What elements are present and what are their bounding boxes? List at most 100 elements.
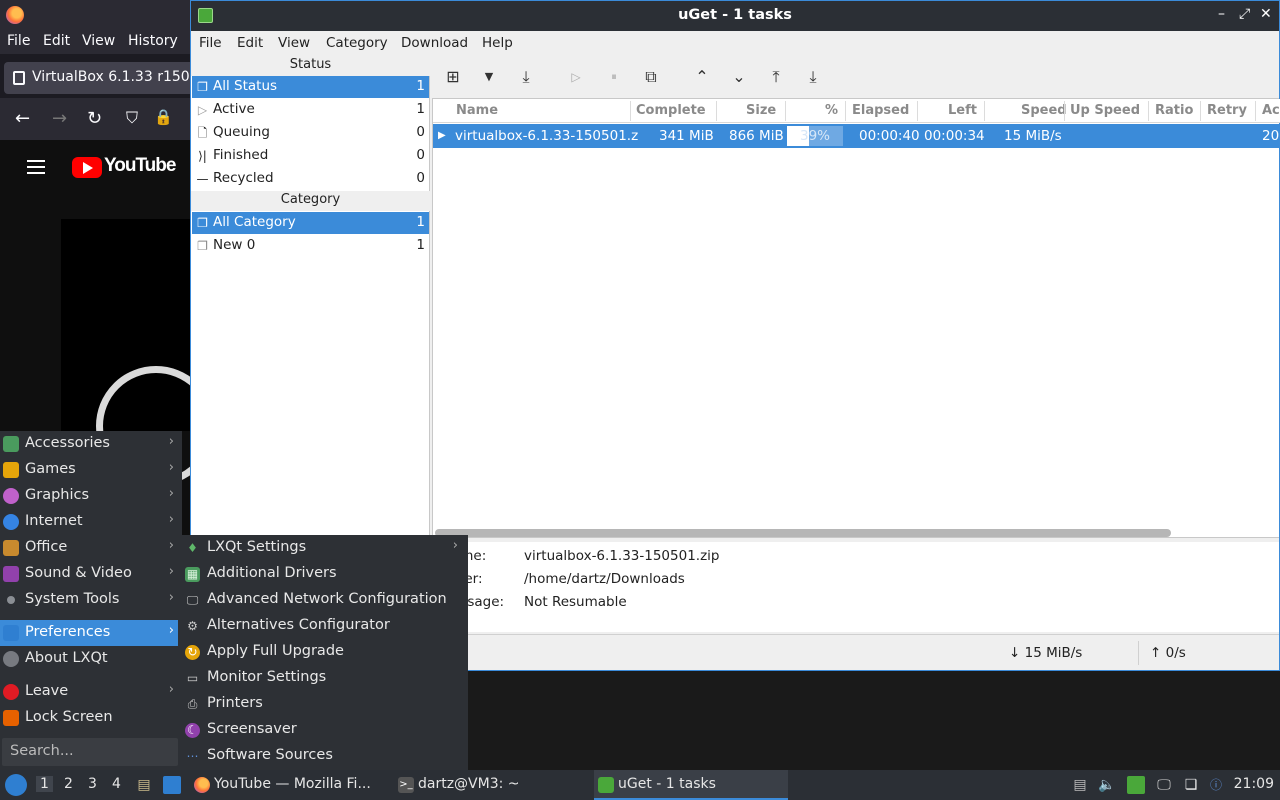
task-uget[interactable]: uGet - 1 tasks xyxy=(594,770,788,800)
ff-menu-edit[interactable]: Edit xyxy=(43,33,70,49)
hamburger-menu-icon[interactable] xyxy=(27,160,45,174)
col-left[interactable]: Left xyxy=(948,103,977,118)
finished-icon: ⟩| xyxy=(198,149,207,163)
col-size[interactable]: Size xyxy=(746,103,776,118)
horizontal-scrollbar[interactable] xyxy=(435,529,1171,537)
col-elapsed[interactable]: Elapsed xyxy=(852,103,909,118)
col-added[interactable]: Ac xyxy=(1262,103,1280,118)
col-retry[interactable]: Retry xyxy=(1207,103,1247,118)
task-label: YouTube — Mozilla Fi... xyxy=(214,776,371,792)
submenu-printers[interactable]: ⎙ Printers xyxy=(178,691,468,717)
task-firefox[interactable]: YouTube — Mozilla Fi... xyxy=(190,770,388,800)
maximize-icon[interactable]: ⤢ xyxy=(1239,6,1250,22)
volume-icon[interactable]: 🔈 xyxy=(1098,776,1116,794)
menu-system-tools[interactable]: System Tools › xyxy=(0,587,182,613)
menu-accessories[interactable]: Accessories › xyxy=(0,431,182,457)
menu-sound-video[interactable]: Sound & Video › xyxy=(0,561,182,587)
submenu-additional-drivers[interactable]: ▦ Additional Drivers xyxy=(178,561,468,587)
status-finished[interactable]: ⟩| Finished 0 xyxy=(192,145,429,167)
move-top-icon[interactable]: ⤒ xyxy=(765,66,787,88)
submenu-lxqt-settings[interactable]: ♦ LXQt Settings › xyxy=(178,535,468,561)
accessories-icon xyxy=(3,436,19,452)
file-manager-icon[interactable]: ▤ xyxy=(135,776,153,794)
col-speed[interactable]: Speed xyxy=(1021,103,1067,118)
menu-games[interactable]: Games › xyxy=(0,457,182,483)
menu-edit[interactable]: Edit xyxy=(237,35,263,51)
submenu-advanced-network[interactable]: 🖵 Advanced Network Configuration xyxy=(178,587,468,613)
ff-menu-file[interactable]: File xyxy=(7,33,30,49)
back-icon[interactable]: ← xyxy=(15,108,30,129)
menu-item-label: Sound & Video xyxy=(25,565,132,581)
menu-download[interactable]: Download xyxy=(401,35,468,51)
menu-leave[interactable]: Leave › xyxy=(0,679,182,705)
status-label: All Status xyxy=(213,78,278,94)
desktop-2[interactable]: 2 xyxy=(64,776,73,792)
menu-office[interactable]: Office › xyxy=(0,535,182,561)
menu-about-lxqt[interactable]: About LXQt xyxy=(0,646,182,672)
menu-help[interactable]: Help xyxy=(482,35,513,51)
category-count: 1 xyxy=(416,237,425,253)
status-count: 0 xyxy=(416,147,425,163)
col-ratio[interactable]: Ratio xyxy=(1155,103,1193,118)
minimize-icon[interactable]: – xyxy=(1218,6,1225,22)
expand-arrow-icon[interactable]: ▶ xyxy=(438,130,446,141)
submenu-software-sources[interactable]: ⋯ Software Sources xyxy=(178,743,468,769)
submenu-screensaver[interactable]: ☾ Screensaver xyxy=(178,717,468,743)
category-new[interactable]: ❐ New 0 1 xyxy=(192,235,429,257)
start-icon[interactable]: ▷ xyxy=(565,66,587,88)
menu-category[interactable]: Category xyxy=(326,35,388,51)
menu-view[interactable]: View xyxy=(278,35,310,51)
clock[interactable]: 21:09 xyxy=(1234,776,1274,792)
forward-icon[interactable]: → xyxy=(52,108,67,129)
ff-menu-history[interactable]: History xyxy=(128,33,178,49)
shield-icon[interactable]: ⛉ xyxy=(126,108,138,128)
network-icon[interactable]: 🖵 xyxy=(1155,776,1173,794)
category-all[interactable]: ❐ All Category 1 xyxy=(192,212,429,234)
lock-icon[interactable]: 🔒 xyxy=(154,108,173,126)
menu-search-input[interactable]: Search... xyxy=(2,738,178,766)
submenu-alternatives[interactable]: ⚙ Alternatives Configurator xyxy=(178,613,468,639)
youtube-logo-icon[interactable] xyxy=(72,157,102,178)
close-icon[interactable]: ✕ xyxy=(1260,6,1272,22)
move-bottom-icon[interactable]: ⤓ xyxy=(802,66,824,88)
notes-icon[interactable]: ❏ xyxy=(1182,776,1200,794)
col-complete[interactable]: Complete xyxy=(636,103,706,118)
status-queuing[interactable]: 🗋 Queuing 0 xyxy=(192,122,429,144)
menu-internet[interactable]: Internet › xyxy=(0,509,182,535)
col-name[interactable]: Name xyxy=(456,103,498,118)
pause-icon[interactable]: ⏸ xyxy=(603,66,625,88)
ff-menu-view[interactable]: View xyxy=(82,33,115,49)
start-menu-icon[interactable] xyxy=(5,774,27,796)
show-desktop-icon[interactable] xyxy=(163,776,181,794)
task-terminal[interactable]: >_ dartz@VM3: ~ xyxy=(394,770,590,800)
new-download-icon[interactable]: ⊞ xyxy=(442,66,464,88)
status-all[interactable]: ❐ All Status 1 xyxy=(192,76,429,98)
menu-file[interactable]: File xyxy=(199,35,222,51)
update-notifier-icon[interactable]: ⓘ xyxy=(1207,776,1225,794)
status-active[interactable]: ▷ Active 1 xyxy=(192,99,429,121)
reload-icon[interactable]: ↻ xyxy=(87,108,102,129)
cell-complete: 341 MiB xyxy=(659,128,714,144)
col-percent[interactable]: % xyxy=(825,103,838,118)
submenu-apply-full-upgrade[interactable]: ↻ Apply Full Upgrade xyxy=(178,639,468,665)
submenu-monitor-settings[interactable]: ▭ Monitor Settings xyxy=(178,665,468,691)
col-up-speed[interactable]: Up Speed xyxy=(1070,103,1140,118)
table-row[interactable]: ▶ virtualbox-6.1.33-150501.z 341 MiB 866… xyxy=(433,124,1280,148)
desktop-3[interactable]: 3 xyxy=(88,776,97,792)
move-down-icon[interactable]: ⌄ xyxy=(728,66,750,88)
firefox-tab[interactable]: VirtualBox 6.1.33 r1505 xyxy=(4,62,190,94)
move-up-icon[interactable]: ⌃ xyxy=(691,66,713,88)
desktop-1[interactable]: 1 xyxy=(36,776,53,792)
uget-tray-icon[interactable] xyxy=(1127,776,1145,794)
properties-icon[interactable]: ⧉ xyxy=(640,66,662,88)
menu-graphics[interactable]: Graphics › xyxy=(0,483,182,509)
uget-titlebar[interactable]: uGet - 1 tasks – ⤢ ✕ xyxy=(191,1,1279,31)
menu-lock-screen[interactable]: Lock Screen xyxy=(0,705,182,731)
clipboard-icon[interactable]: ▤ xyxy=(1071,776,1089,794)
youtube-wordmark[interactable]: YouTube xyxy=(104,155,176,177)
status-recycled[interactable]: — Recycled 0 xyxy=(192,168,429,190)
download-icon[interactable]: ⤓ xyxy=(515,66,537,88)
menu-preferences[interactable]: Preferences › xyxy=(0,620,182,646)
dropdown-arrow-icon[interactable]: ▼ xyxy=(478,66,500,88)
desktop-4[interactable]: 4 xyxy=(112,776,121,792)
